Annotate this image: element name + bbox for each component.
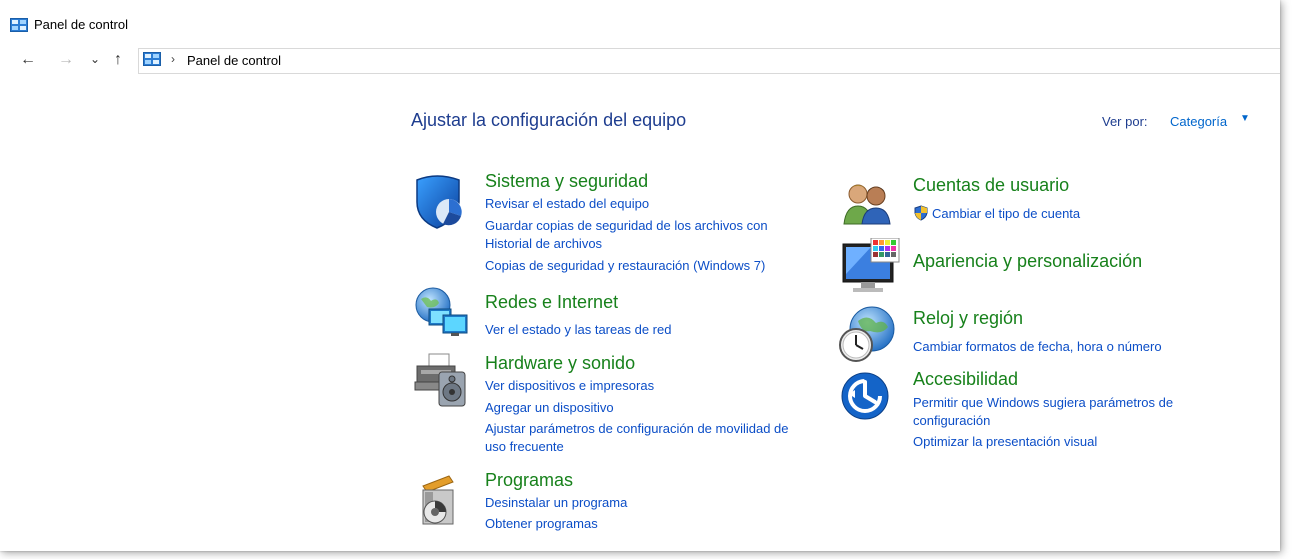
control-panel-app-icon (10, 18, 28, 37)
breadcrumb-separator[interactable]: › (171, 52, 175, 66)
category-user-accounts[interactable]: Cuentas de usuario (913, 175, 1069, 196)
programs-icon[interactable] (413, 472, 463, 533)
uac-shield-icon (913, 205, 929, 226)
network-globe-icon[interactable] (413, 287, 471, 344)
window-title: Panel de control (34, 17, 128, 32)
recent-locations-button[interactable]: ⌄ (90, 49, 100, 69)
address-bar[interactable]: › Panel de control (138, 48, 1280, 74)
control-panel-breadcrumb-icon (143, 52, 161, 71)
link-network-status-tasks[interactable]: Ver el estado y las tareas de red (485, 322, 671, 337)
link-backup-file-history-cont[interactable]: Historial de archivos (485, 236, 602, 251)
page-title: Ajustar la configuración del equipo (411, 110, 687, 130)
link-change-date-formats[interactable]: Cambiar formatos de fecha, hora o número (913, 339, 1162, 354)
shield-icon[interactable] (413, 172, 465, 235)
link-mobility-settings-cont[interactable]: uso frecuente (485, 439, 564, 454)
view-by-dropdown[interactable]: Categoría (1170, 114, 1227, 129)
category-hardware-sound[interactable]: Hardware y sonido (485, 353, 635, 374)
forward-button[interactable]: → (58, 50, 74, 70)
breadcrumb-control-panel[interactable]: Panel de control (187, 53, 281, 68)
back-button[interactable]: ← (20, 50, 36, 70)
link-backup-file-history[interactable]: Guardar copias de seguridad de los archi… (485, 218, 768, 233)
printer-icon[interactable] (413, 352, 469, 413)
title-bar: Panel de control (0, 0, 1280, 42)
link-backup-restore-win7[interactable]: Copias de seguridad y restauración (Wind… (485, 258, 765, 273)
link-windows-suggest-settings-cont[interactable]: configuración (913, 413, 990, 428)
category-appearance[interactable]: Apariencia y personalización (913, 251, 1142, 272)
link-devices-printers[interactable]: Ver dispositivos e impresoras (485, 378, 654, 393)
category-system-security[interactable]: Sistema y seguridad (485, 171, 648, 192)
link-optimize-visual-display[interactable]: Optimizar la presentación visual (913, 434, 1097, 449)
link-get-programs[interactable]: Obtener programas (485, 516, 598, 531)
link-check-computer-status[interactable]: Revisar el estado del equipo (485, 196, 649, 211)
link-add-device[interactable]: Agregar un dispositivo (485, 400, 614, 415)
clock-globe-icon[interactable] (838, 305, 898, 370)
category-programs[interactable]: Programas (485, 470, 573, 491)
up-button[interactable]: ↑ (114, 50, 122, 70)
view-by-label: Ver por: (1102, 114, 1148, 129)
monitor-palette-icon[interactable] (841, 237, 901, 301)
chevron-down-icon[interactable]: ▼ (1240, 113, 1250, 124)
users-icon[interactable] (842, 178, 894, 231)
link-mobility-settings[interactable]: Ajustar parámetros de configuración de m… (485, 421, 789, 436)
control-panel-window: Panel de control ← → ⌄ ↑ › Panel de cont… (0, 0, 1280, 551)
category-clock-region[interactable]: Reloj y región (913, 308, 1023, 329)
accessibility-icon[interactable] (841, 372, 889, 425)
link-uninstall-program[interactable]: Desinstalar un programa (485, 495, 627, 510)
navigation-bar: ← → ⌄ ↑ › Panel de control (0, 48, 1280, 74)
category-accessibility[interactable]: Accesibilidad (913, 369, 1018, 390)
link-change-account-type[interactable]: Cambiar el tipo de cuenta (932, 206, 1080, 221)
link-windows-suggest-settings[interactable]: Permitir que Windows sugiera parámetros … (913, 395, 1173, 410)
category-network-internet[interactable]: Redes e Internet (485, 292, 618, 313)
